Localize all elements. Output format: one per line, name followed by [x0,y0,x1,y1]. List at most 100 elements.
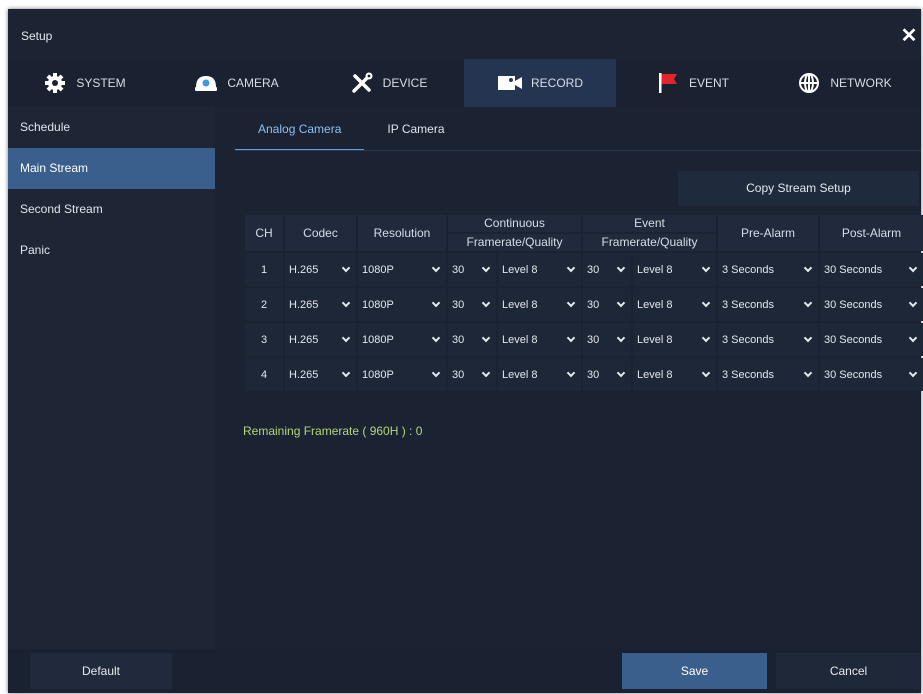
codec-select[interactable]: H.265 [285,253,356,286]
event-framerate-select[interactable]: 30 [583,358,631,391]
codec-value: H.265 [289,368,319,381]
codec-select[interactable]: H.265 [285,358,356,391]
resolution-select[interactable]: 1080P [358,288,446,321]
post-alarm-select[interactable]: 30 Seconds [820,288,923,321]
tab-network[interactable]: NETWORK [768,59,920,107]
chevron-down-icon [566,263,576,272]
tab-event[interactable]: EVENT [616,59,768,107]
sub-tab-bar: Analog Camera IP Camera [235,107,468,151]
header-event: Event [583,215,716,232]
window-title: Setup [21,29,53,43]
sidebar-item-schedule[interactable]: Schedule [8,107,215,148]
quality-value: Level 8 [502,263,538,276]
event-quality-select[interactable]: Level 8 [633,253,716,286]
post-alarm-select[interactable]: 30 Seconds [820,253,923,286]
quality-value: Level 8 [502,333,538,346]
setup-window: Setup ✕ SYSTEM CAMERA DEVICE RECORD EVEN… [8,9,923,693]
framerate-value: 30 [587,368,600,381]
chevron-down-icon [481,263,491,272]
tools-icon [349,72,375,94]
tab-record[interactable]: RECORD [464,59,616,107]
header-codec: Codec [285,215,356,251]
tab-camera[interactable]: CAMERA [160,59,312,107]
post-alarm-select[interactable]: 30 Seconds [820,358,923,391]
resolution-select[interactable]: 1080P [358,323,446,356]
resolution-select[interactable]: 1080P [358,253,446,286]
copy-stream-setup-button[interactable]: Copy Stream Setup [678,171,919,206]
tab-system[interactable]: SYSTEM [8,59,160,107]
chevron-down-icon [908,333,918,342]
post-alarm-select[interactable]: 30 Seconds [820,323,923,356]
quality-value: Level 8 [502,368,538,381]
pre-alarm-select[interactable]: 3 Seconds [718,358,818,391]
channel-number: 3 [245,323,283,356]
sidebar-item-main-stream[interactable]: Main Stream [8,148,215,189]
event-quality-select[interactable]: Level 8 [633,323,716,356]
tab-label: DEVICE [382,76,428,90]
default-button[interactable]: Default [30,653,172,689]
chevron-down-icon [341,298,351,307]
continuous-quality-select[interactable]: Level 8 [498,358,581,391]
flag-icon [655,72,681,94]
title-bar: Setup ✕ [8,9,921,59]
quality-value: Level 8 [637,368,673,381]
continuous-quality-select[interactable]: Level 8 [498,288,581,321]
continuous-framerate-select[interactable]: 30 [448,253,496,286]
resolution-select[interactable]: 1080P [358,358,446,391]
chevron-down-icon [566,368,576,377]
resolution-value: 1080P [362,368,394,381]
framerate-value: 30 [587,333,600,346]
framerate-value: 30 [452,298,465,311]
event-framerate-select[interactable]: 30 [583,323,631,356]
continuous-quality-select[interactable]: Level 8 [498,253,581,286]
chevron-down-icon [701,333,711,342]
chevron-down-icon [701,368,711,377]
quality-value: Level 8 [637,298,673,311]
channel-number: 1 [245,253,283,286]
save-button[interactable]: Save [622,653,767,689]
tab-analog-camera[interactable]: Analog Camera [235,107,365,151]
codec-value: H.265 [289,263,319,276]
chevron-down-icon [616,333,626,342]
continuous-quality-select[interactable]: Level 8 [498,323,581,356]
framerate-value: 30 [452,263,465,276]
camera-icon [193,72,219,94]
globe-icon [796,72,822,94]
main-tab-bar: SYSTEM CAMERA DEVICE RECORD EVENT NETWOR… [8,59,921,107]
pre-alarm-value: 3 Seconds [722,263,774,276]
table-row: 4 H.265 1080P 30 Level 8 30 Level 8 3 Se… [245,358,923,391]
chevron-down-icon [431,333,441,342]
header-pre-alarm: Pre-Alarm [718,215,818,251]
channel-number: 4 [245,358,283,391]
remaining-framerate-text: Remaining Framerate ( 960H ) : 0 [243,424,423,438]
pre-alarm-select[interactable]: 3 Seconds [718,323,818,356]
header-resolution: Resolution [358,215,446,251]
continuous-framerate-select[interactable]: 30 [448,323,496,356]
gear-icon [42,72,68,94]
pre-alarm-select[interactable]: 3 Seconds [718,288,818,321]
event-framerate-select[interactable]: 30 [583,288,631,321]
codec-select[interactable]: H.265 [285,323,356,356]
tab-label: SYSTEM [76,76,126,90]
chevron-down-icon [616,298,626,307]
sidebar-item-second-stream[interactable]: Second Stream [8,189,215,230]
continuous-framerate-select[interactable]: 30 [448,358,496,391]
chevron-down-icon [701,263,711,272]
resolution-value: 1080P [362,333,394,346]
continuous-framerate-select[interactable]: 30 [448,288,496,321]
codec-select[interactable]: H.265 [285,288,356,321]
tab-label: EVENT [688,76,729,90]
codec-value: H.265 [289,298,319,311]
cancel-button[interactable]: Cancel [776,653,921,689]
tab-ip-camera[interactable]: IP Camera [364,107,467,151]
channel-number: 2 [245,288,283,321]
video-camera-icon [497,72,523,94]
event-quality-select[interactable]: Level 8 [633,288,716,321]
tab-device[interactable]: DEVICE [312,59,464,107]
event-framerate-select[interactable]: 30 [583,253,631,286]
event-quality-select[interactable]: Level 8 [633,358,716,391]
tab-label: RECORD [530,76,583,90]
close-button[interactable]: ✕ [897,19,921,53]
sidebar-item-panic[interactable]: Panic [8,230,215,271]
pre-alarm-select[interactable]: 3 Seconds [718,253,818,286]
